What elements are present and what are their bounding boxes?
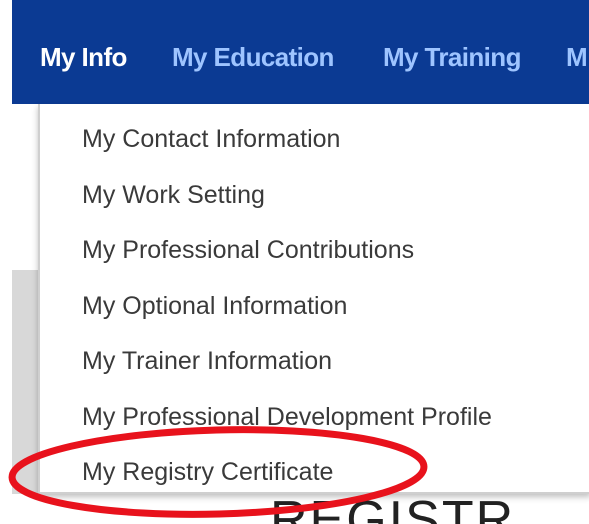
menu-item-trainer-information[interactable]: My Trainer Information — [82, 346, 332, 376]
my-info-dropdown-menu: My Contact Information My Work Setting M… — [38, 104, 589, 494]
nav-item-my-education[interactable]: My Education — [172, 42, 334, 72]
nav-item-my-info[interactable]: My Info — [40, 42, 127, 72]
page-left-margin — [0, 0, 12, 524]
background-heading-text: REGISTR — [270, 500, 515, 524]
nav-item-my-training[interactable]: My Training — [383, 42, 521, 72]
menu-item-professional-contributions[interactable]: My Professional Contributions — [82, 235, 414, 265]
menu-item-contact-information[interactable]: My Contact Information — [82, 124, 340, 154]
nav-item-truncated[interactable]: M — [566, 42, 589, 72]
menu-item-professional-development-profile[interactable]: My Professional Development Profile — [82, 402, 492, 432]
menu-item-work-setting[interactable]: My Work Setting — [82, 180, 265, 210]
menu-item-registry-certificate[interactable]: My Registry Certificate — [82, 457, 333, 487]
menu-item-optional-information[interactable]: My Optional Information — [82, 291, 347, 321]
